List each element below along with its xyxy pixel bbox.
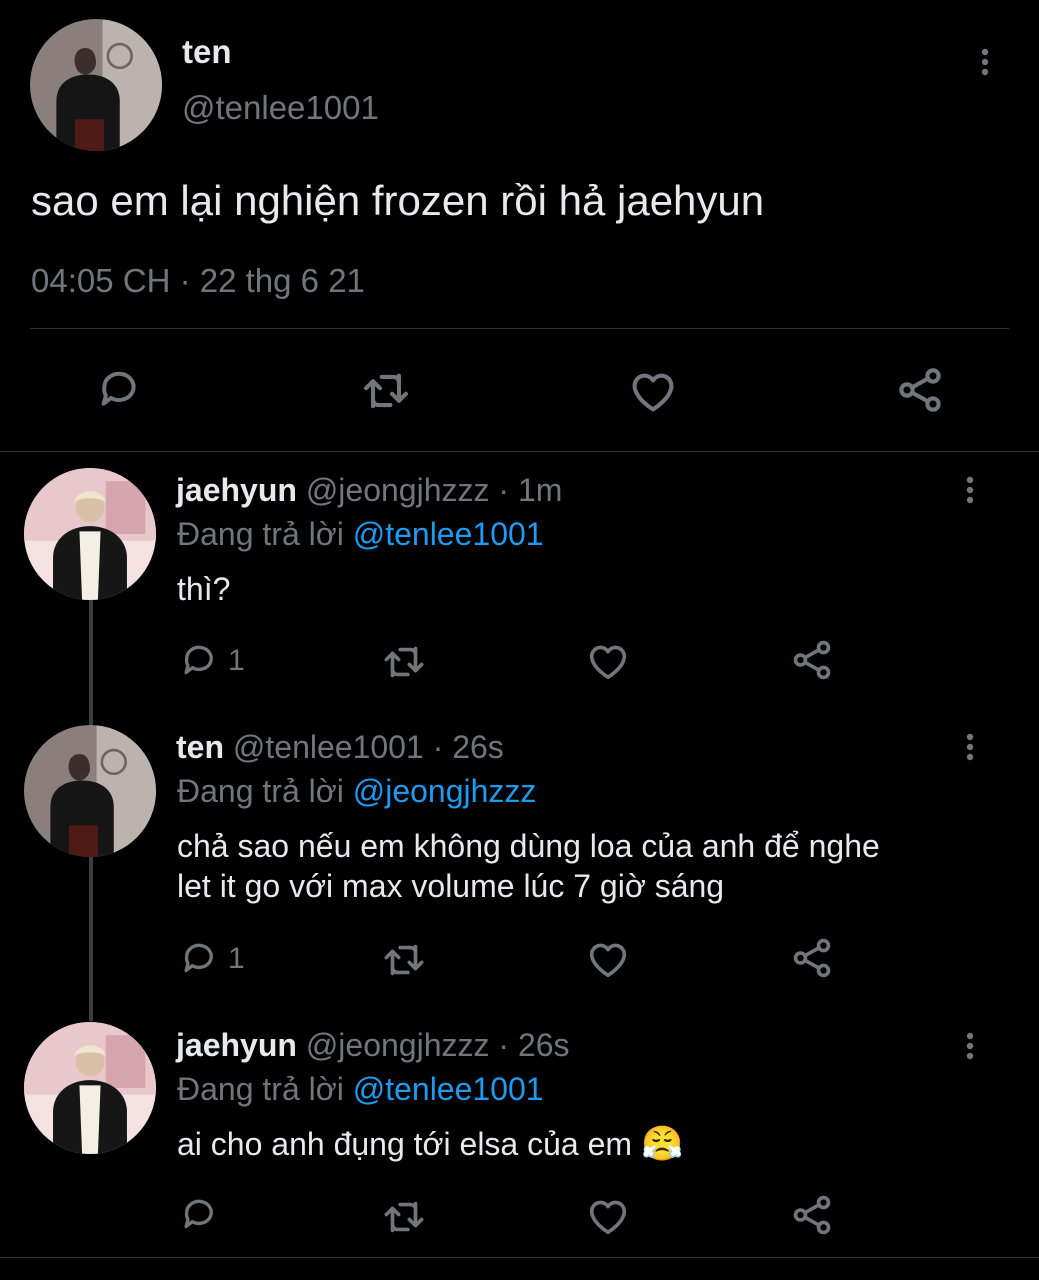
- section-divider: [0, 451, 1039, 452]
- reply-age: 26s: [517, 1027, 570, 1063]
- retweet-button[interactable]: [360, 365, 412, 417]
- share-icon: [789, 935, 835, 981]
- tweet-text: sao em lại nghiện frozen rồi hả jaehyun: [31, 177, 765, 224]
- reply-handle[interactable]: @jeongjhzzz: [306, 472, 490, 508]
- replying-to-link[interactable]: @jeongjhzzz: [353, 773, 537, 809]
- retweet-button[interactable]: [381, 937, 427, 983]
- retweet-icon: [381, 639, 427, 685]
- reply-header: ten @tenlee1001 · 26s: [176, 727, 504, 767]
- separator-dot: ·: [498, 472, 510, 508]
- more-icon[interactable]: [965, 732, 975, 762]
- share-icon: [789, 637, 835, 683]
- reply-handle[interactable]: @jeongjhzzz: [306, 1027, 490, 1063]
- reply-text-line: chả sao nếu em không dùng loa của anh để…: [177, 828, 880, 864]
- reply-text-line: let it go với max volume lúc 7 giờ sáng: [177, 868, 725, 904]
- like-button[interactable]: [627, 365, 679, 417]
- reply-age: 26s: [452, 729, 504, 765]
- reply-header: jaehyun @jeongjhzzz · 1m: [176, 470, 562, 510]
- like-button[interactable]: [585, 1193, 631, 1239]
- separator-dot: ·: [432, 729, 444, 765]
- reply-header: jaehyun @jeongjhzzz · 26s: [176, 1025, 570, 1065]
- retweet-icon: [360, 365, 412, 417]
- share-button[interactable]: [789, 1192, 835, 1238]
- tweet-timestamp[interactable]: 04:05 CH · 22 thg 6 21: [31, 261, 365, 301]
- reply-text-content: ai cho anh đụng tới elsa của em: [177, 1126, 633, 1162]
- reply-text: chả sao nếu em không dùng loa của anh để…: [177, 826, 880, 906]
- reply-count: 1: [228, 644, 245, 677]
- retweet-button[interactable]: [381, 1194, 427, 1240]
- retweet-icon: [381, 937, 427, 983]
- more-icon[interactable]: [965, 1031, 975, 1061]
- more-icon[interactable]: [965, 475, 975, 505]
- tweet-date: 22 thg 6 21: [199, 262, 365, 299]
- like-icon: [627, 365, 679, 417]
- reply-text: thì?: [177, 571, 231, 607]
- avatar[interactable]: [24, 1022, 156, 1154]
- reply-icon: [94, 365, 144, 415]
- reply-button[interactable]: 1: [178, 938, 245, 980]
- replying-to-link[interactable]: @tenlee1001: [353, 1071, 544, 1107]
- separator-dot: ·: [179, 262, 191, 299]
- tweet-time: 04:05 CH: [31, 262, 171, 299]
- like-icon: [585, 936, 631, 982]
- like-button[interactable]: [585, 936, 631, 982]
- reply-icon: [178, 938, 220, 980]
- replying-to: Đang trả lời @jeongjhzzz: [177, 771, 536, 811]
- huffing-emoji: 😤: [640, 1125, 684, 1163]
- retweet-icon: [381, 1194, 427, 1240]
- share-icon: [789, 1192, 835, 1238]
- bottom-divider: [0, 1257, 1039, 1258]
- replying-prefix: Đang trả lời: [177, 773, 344, 809]
- avatar[interactable]: [24, 725, 156, 857]
- reply-display-name[interactable]: ten: [176, 729, 224, 765]
- like-icon: [585, 1193, 631, 1239]
- reply-icon: [178, 1194, 220, 1236]
- separator-dot: ·: [498, 1027, 510, 1063]
- reply-button[interactable]: 1: [178, 640, 245, 682]
- replying-prefix: Đang trả lời: [177, 1071, 344, 1107]
- more-icon[interactable]: [980, 47, 990, 77]
- reply-count: 1: [228, 942, 245, 975]
- like-button[interactable]: [585, 638, 631, 684]
- replying-to-link[interactable]: @tenlee1001: [353, 516, 544, 552]
- reply-text: ai cho anh đụng tới elsa của em 😤: [177, 1124, 683, 1164]
- replying-prefix: Đang trả lời: [177, 516, 344, 552]
- reply-button[interactable]: [94, 365, 144, 415]
- like-icon: [585, 638, 631, 684]
- reply-display-name[interactable]: jaehyun: [176, 472, 297, 508]
- reply-icon: [178, 640, 220, 682]
- retweet-button[interactable]: [381, 639, 427, 685]
- reply-age: 1m: [517, 472, 563, 508]
- reply-button[interactable]: [178, 1194, 220, 1236]
- reply-display-name[interactable]: jaehyun: [176, 1027, 297, 1063]
- replying-to: Đang trả lời @tenlee1001: [177, 1069, 544, 1109]
- share-icon: [894, 364, 946, 416]
- share-button[interactable]: [894, 364, 946, 416]
- author-handle[interactable]: @tenlee1001: [182, 88, 379, 128]
- replying-to: Đang trả lời @tenlee1001: [177, 514, 544, 554]
- reply-handle[interactable]: @tenlee1001: [233, 729, 424, 765]
- avatar[interactable]: [30, 19, 162, 151]
- share-button[interactable]: [789, 637, 835, 683]
- avatar[interactable]: [24, 468, 156, 600]
- share-button[interactable]: [789, 935, 835, 981]
- author-display-name[interactable]: ten: [182, 32, 232, 72]
- divider: [30, 328, 1009, 329]
